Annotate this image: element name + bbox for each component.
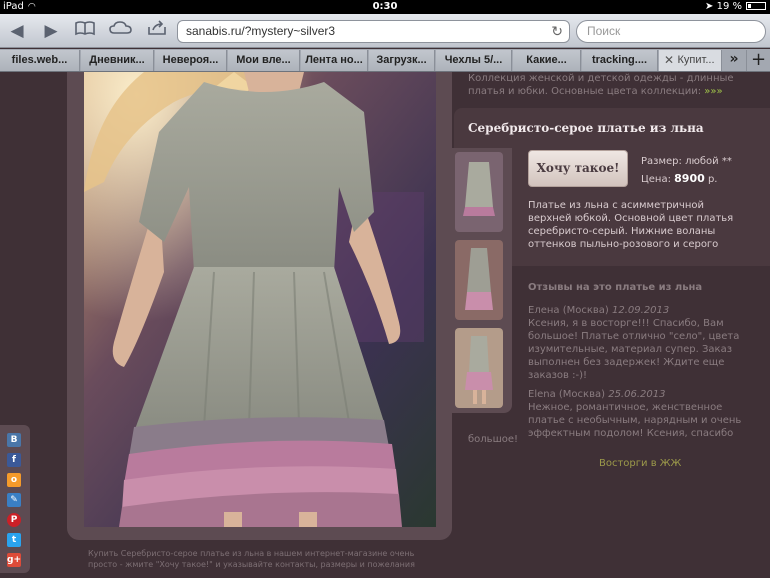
share-icon[interactable] (144, 20, 170, 42)
social-share-bar: Вf о ✎ Pt g+ (0, 425, 30, 573)
tab-bar: files.web... Дневник... Невероя... Мои в… (0, 49, 770, 72)
size-info: Размер: любой ** (641, 156, 732, 167)
address-bar[interactable]: sanabis.ru/?mystery~silver3 ↻ (177, 20, 570, 43)
more-tabs-icon[interactable]: » (722, 51, 746, 71)
price-value: 8900 (674, 172, 705, 185)
tab-kupit-active[interactable]: ✕ Купит... (659, 50, 722, 71)
new-tab-button[interactable]: + (746, 50, 770, 71)
price-info: Цена: 8900 р. (641, 172, 718, 185)
tab-zagruzk[interactable]: Загрузк... (369, 50, 435, 71)
clock: 0:30 (372, 1, 398, 12)
search-input[interactable]: Поиск (576, 20, 766, 43)
tab-neveroyatno[interactable]: Невероя... (155, 50, 227, 71)
google-plus-icon[interactable]: g+ (7, 553, 21, 567)
tab-chehly[interactable]: Чехлы 5/... (436, 50, 512, 71)
footer-text: Купить Серебристо-серое платье из льна в… (88, 549, 415, 569)
close-tab-icon[interactable]: ✕ (664, 53, 674, 67)
product-description: Платье из льна с асимметричной верхней ю… (528, 200, 734, 250)
bookmarks-book-icon[interactable] (72, 20, 98, 42)
reload-icon[interactable]: ↻ (551, 23, 563, 40)
location-icon: ➤ (705, 1, 717, 12)
thumbnail-3[interactable] (455, 328, 503, 408)
reviews-heading: Отзывы на это платье из льна (528, 282, 703, 293)
facebook-icon[interactable]: f (7, 453, 21, 467)
livejournal-reviews-link[interactable]: Восторги в ЖЖ (599, 458, 681, 469)
want-this-button[interactable]: Хочу такое! (528, 150, 628, 187)
tab-dnevnik[interactable]: Дневник... (81, 50, 154, 71)
tab-moi-vle[interactable]: Мои вле... (228, 50, 300, 71)
status-bar: iPad ◠ 0:30 ➤ 19 % (0, 0, 770, 14)
vk-icon[interactable]: В (7, 433, 21, 447)
review-item: Elena (Москва) 25.06.2013 Нежное, романт… (528, 389, 742, 439)
product-title: Серебристо-серое платье из льна (468, 121, 704, 135)
battery-status: ➤ 19 % (705, 1, 766, 12)
back-arrow-icon[interactable]: ◀ (4, 20, 30, 42)
forward-arrow-icon[interactable]: ▶ (38, 20, 64, 42)
review-item: Елена (Москва) 12.09.2013 Ксения, я в во… (528, 305, 740, 381)
size-note-link[interactable]: ** (722, 156, 732, 167)
twitter-icon[interactable]: t (7, 533, 21, 547)
icloud-tabs-icon[interactable] (108, 20, 134, 42)
tab-lenta[interactable]: Лента но... (301, 50, 368, 71)
thumbnail-1[interactable] (455, 152, 503, 232)
battery-icon (746, 2, 766, 10)
tab-kakie[interactable]: Какие... (513, 50, 581, 71)
tab-tracking[interactable]: tracking.... (582, 50, 658, 71)
thumbnail-2[interactable] (455, 240, 503, 320)
review-tail: большое! (468, 434, 518, 445)
tab-files[interactable]: files.web... (0, 50, 80, 71)
tab-label: Купит... (677, 54, 715, 66)
product-photo (84, 72, 436, 527)
thumbnail-strip (452, 148, 512, 413)
livejournal-icon[interactable]: ✎ (7, 493, 21, 507)
collection-colors-link[interactable]: »»» (704, 86, 722, 97)
odnoklassniki-icon[interactable]: о (7, 473, 21, 487)
pinterest-icon[interactable]: P (7, 513, 21, 527)
browser-toolbar: ◀ ▶ sanabis.ru/?mystery~silver3 ↻ Поиск (0, 14, 770, 48)
collection-description: Коллекция женской и детской одежды - дли… (468, 73, 734, 97)
web-page: Коллекция женской и детской одежды - дли… (0, 72, 770, 578)
